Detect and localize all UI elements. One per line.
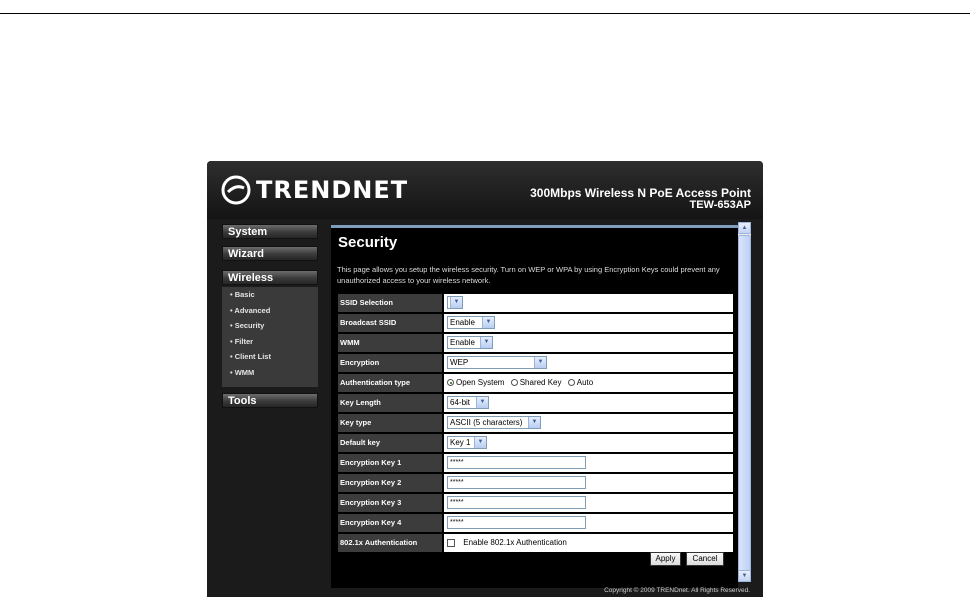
- auth-open-system-radio[interactable]: [447, 379, 454, 387]
- default-key-row: Default key Key 1 ▼: [338, 434, 733, 452]
- encryption-key-1-row: Encryption Key 1 *****: [338, 454, 733, 472]
- key-type-label: Key type: [338, 414, 442, 432]
- key-type-row: Key type ASCII (5 characters) ▼: [338, 414, 733, 432]
- sidebar: System Wizard Wireless • Basic • Advance…: [207, 219, 331, 597]
- wmm-row: WMM Enable ▼: [338, 334, 733, 352]
- wmm-label: WMM: [338, 334, 442, 352]
- auth-open-system-label: Open System: [456, 378, 505, 387]
- chevron-down-icon: ▼: [450, 297, 462, 308]
- trendnet-logo: TRENDNET: [221, 174, 408, 206]
- authentication-type-row: Authentication type Open System Shared K…: [338, 374, 733, 392]
- auth-8021x-label: 802.1x Authentication: [338, 534, 442, 552]
- menu-wizard-button[interactable]: Wizard: [222, 246, 318, 261]
- apply-button[interactable]: Apply: [650, 552, 681, 566]
- auth-auto-radio[interactable]: [567, 379, 575, 387]
- encryption-key-3-label: Encryption Key 3: [338, 494, 442, 512]
- encryption-label: Encryption: [338, 354, 442, 372]
- encryption-key-1-label: Encryption Key 1: [338, 454, 442, 472]
- encryption-key-1-input[interactable]: *****: [447, 456, 586, 469]
- sidebar-item-filter[interactable]: • Filter: [222, 334, 318, 350]
- header-bar: TRENDNET 300Mbps Wireless N PoE Access P…: [207, 161, 763, 219]
- encryption-key-2-input[interactable]: *****: [447, 476, 586, 489]
- router-admin-frame: TRENDNET 300Mbps Wireless N PoE Access P…: [207, 161, 763, 597]
- menu-tools-button[interactable]: Tools: [222, 393, 318, 408]
- wmm-select[interactable]: Enable ▼: [447, 336, 493, 349]
- authentication-type-label: Authentication type: [338, 374, 442, 392]
- chevron-down-icon: ▼: [480, 337, 492, 348]
- encryption-select[interactable]: WEP ▼: [447, 356, 547, 369]
- scroll-up-arrow-icon[interactable]: ▲: [738, 222, 751, 234]
- trendnet-globe-icon: [221, 175, 251, 205]
- scroll-down-arrow-icon[interactable]: ▼: [738, 570, 751, 582]
- ssid-selection-label: SSID Selection: [338, 294, 442, 312]
- content-scrollbar[interactable]: ▲ ▼: [738, 222, 751, 582]
- chevron-down-icon: ▼: [528, 417, 540, 428]
- key-length-row: Key Length 64-bit ▼: [338, 394, 733, 412]
- enable-8021x-label: Enable 802.1x Authentication: [463, 538, 567, 547]
- encryption-key-3-row: Encryption Key 3 *****: [338, 494, 733, 512]
- sidebar-item-basic[interactable]: • Basic: [222, 287, 318, 303]
- broadcast-ssid-label: Broadcast SSID: [338, 314, 442, 332]
- page-top-rule: [0, 13, 970, 14]
- model-number: TEW-653AP: [689, 199, 751, 211]
- copyright-text: Copyright © 2009 TRENDnet. All Rights Re…: [604, 587, 750, 594]
- auth-shared-key-label: Shared Key: [519, 378, 562, 387]
- enable-8021x-checkbox[interactable]: [447, 538, 455, 547]
- encryption-key-3-input[interactable]: *****: [447, 496, 586, 509]
- encryption-key-4-label: Encryption Key 4: [338, 514, 442, 532]
- encryption-key-2-label: Encryption Key 2: [338, 474, 442, 492]
- wireless-submenu: • Basic • Advanced • Security • Filter •…: [222, 287, 318, 387]
- sidebar-item-wmm[interactable]: • WMM: [222, 365, 318, 381]
- product-name: 300Mbps Wireless N PoE Access Point: [530, 186, 751, 200]
- key-length-select[interactable]: 64-bit ▼: [447, 396, 489, 409]
- logo-text: TRENDNET: [256, 176, 409, 204]
- security-content-panel: Security This page allows you setup the …: [331, 225, 738, 588]
- default-key-select[interactable]: Key 1 ▼: [447, 436, 487, 449]
- page-description: This page allows you setup the wireless …: [337, 265, 720, 285]
- cancel-button[interactable]: Cancel: [686, 552, 724, 566]
- encryption-key-2-row: Encryption Key 2 *****: [338, 474, 733, 492]
- chevron-down-icon: ▼: [534, 357, 546, 368]
- broadcast-ssid-row: Broadcast SSID Enable ▼: [338, 314, 733, 332]
- broadcast-ssid-select[interactable]: Enable ▼: [447, 316, 495, 329]
- auth-shared-key-radio[interactable]: [510, 379, 518, 387]
- key-length-label: Key Length: [338, 394, 442, 412]
- auth-auto-label: Auto: [576, 378, 594, 387]
- ssid-selection-row: SSID Selection ▼: [338, 294, 733, 312]
- authentication-type-radio-group: Open System Shared Key Auto: [447, 374, 597, 392]
- encryption-key-4-row: Encryption Key 4 *****: [338, 514, 733, 532]
- encryption-key-4-input[interactable]: *****: [447, 516, 586, 529]
- encryption-row: Encryption WEP ▼: [338, 354, 733, 372]
- sidebar-item-advanced[interactable]: • Advanced: [222, 303, 318, 319]
- sidebar-item-client-list[interactable]: • Client List: [222, 349, 318, 365]
- default-key-label: Default key: [338, 434, 442, 452]
- key-type-select[interactable]: ASCII (5 characters) ▼: [447, 416, 541, 429]
- sidebar-item-security[interactable]: • Security: [222, 318, 318, 334]
- chevron-down-icon: ▼: [476, 397, 488, 408]
- scrollbar-thumb[interactable]: [738, 235, 751, 571]
- ssid-selection-select[interactable]: ▼: [447, 296, 463, 309]
- menu-system-button[interactable]: System: [222, 224, 318, 239]
- auth-8021x-row: 802.1x Authentication Enable 802.1x Auth…: [338, 534, 733, 552]
- chevron-down-icon: ▼: [474, 437, 486, 448]
- page-title: Security: [338, 234, 398, 251]
- chevron-down-icon: ▼: [482, 317, 494, 328]
- menu-wireless-button[interactable]: Wireless: [222, 270, 318, 285]
